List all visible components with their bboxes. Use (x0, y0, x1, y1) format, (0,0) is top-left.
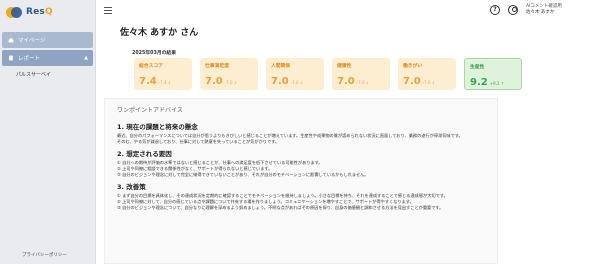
advice-line: そのむ、やる気が減退しており、仕事に対して熱意を失っていることが気がかりです。 (117, 139, 280, 144)
score-label: 総合スコア (139, 64, 163, 69)
chevron-up-icon[interactable]: ▲ (84, 55, 88, 61)
sidebar: ResQ マイページ レポート ▲ パルスサーベイ プライバシーポリシー (0, 0, 96, 264)
score-card-worth: 働きがい 7.0 -7.0 ↓ (398, 58, 456, 90)
logo[interactable]: ResQ (0, 1, 95, 23)
advice-section-heading: 3. 改善策 (117, 183, 146, 191)
score-card-job-satisfaction: 仕事満足度 7.0 -7.0 ↓ (200, 58, 258, 90)
main-content: 佐々木 あすか さん 2025年03月の結果 総合スコア 7.4 -7.4 ↓ 仕… (96, 22, 600, 264)
advice-panel: ワンポイントアドバイス 1. 現在の課題と将来の懸念 最近、自分のパフォーマンス… (104, 98, 498, 264)
top-header: ? AIコメント確認用 佐々木 あすか (96, 0, 600, 22)
score-value: 7.0 (271, 76, 289, 87)
advice-line: ③ 自分のビジョンや理念に対して完全に納得できていないことがあり、それが自分のモ… (117, 172, 369, 177)
score-delta: -7.4 ↓ (158, 80, 172, 85)
advice-section-heading: 2. 想定される要因 (117, 150, 172, 158)
score-delta: -7.0 ↓ (224, 80, 238, 85)
score-delta: +9.2 ↑ (489, 81, 505, 86)
score-delta: -7.0 ↓ (290, 80, 304, 85)
sidebar-item-label: レポート (18, 56, 41, 62)
score-card-relationships: 人間関係 7.0 -7.0 ↓ (266, 58, 324, 90)
logo-mark-icon (6, 5, 22, 19)
score-value: 7.0 (205, 76, 223, 87)
user-avatar-icon[interactable] (508, 5, 518, 15)
sidebar-item-label: マイページ (18, 38, 46, 44)
privacy-policy-link[interactable]: プライバシーポリシー (22, 252, 67, 258)
score-label: 働きがい (403, 64, 423, 69)
score-value: 7.0 (403, 76, 421, 87)
sidebar-item-report[interactable]: レポート ▲ (2, 50, 93, 66)
user-info[interactable]: AIコメント確認用 佐々木 あすか (526, 4, 562, 16)
score-label: 健康性 (337, 64, 352, 69)
score-delta: -7.0 ↓ (356, 80, 370, 85)
score-value: 7.0 (337, 76, 355, 87)
score-label: 人間関係 (271, 64, 291, 69)
hamburger-menu-icon[interactable] (104, 7, 112, 14)
result-period: 2025年03月の結果 (132, 51, 177, 56)
score-value: 9.2 (470, 77, 488, 88)
home-icon (8, 37, 14, 43)
logo-text: ResQ (26, 7, 53, 17)
sidebar-subitem-pulse-survey[interactable]: パルスサーベイ (0, 71, 95, 78)
score-card-health: 健康性 7.0 -7.0 ↓ (332, 58, 390, 90)
score-label: 仕事満足度 (205, 64, 229, 69)
sidebar-item-mypage[interactable]: マイページ (2, 32, 93, 48)
score-card-productivity: 生産性 9.2 +9.2 ↑ (464, 58, 522, 90)
advice-title: ワンポイントアドバイス (117, 107, 183, 114)
help-icon[interactable]: ? (490, 5, 500, 15)
score-card-overall: 総合スコア 7.4 -7.4 ↓ (134, 58, 192, 90)
document-icon (9, 55, 13, 61)
page-title: 佐々木 あすか さん (120, 28, 199, 38)
sidebar-nav: マイページ レポート ▲ パルスサーベイ (0, 32, 95, 78)
advice-section-heading: 1. 現在の課題と将来の懸念 (117, 123, 198, 131)
user-name: 佐々木 あすか (526, 10, 555, 15)
advice-line: ③ 自分のビジョンや理念について、自分なりに理解を深めるよう努めましょう。不明な… (117, 205, 444, 210)
score-delta: -7.0 ↓ (422, 80, 436, 85)
score-value: 7.4 (139, 76, 157, 87)
score-label: 生産性 (470, 65, 485, 70)
